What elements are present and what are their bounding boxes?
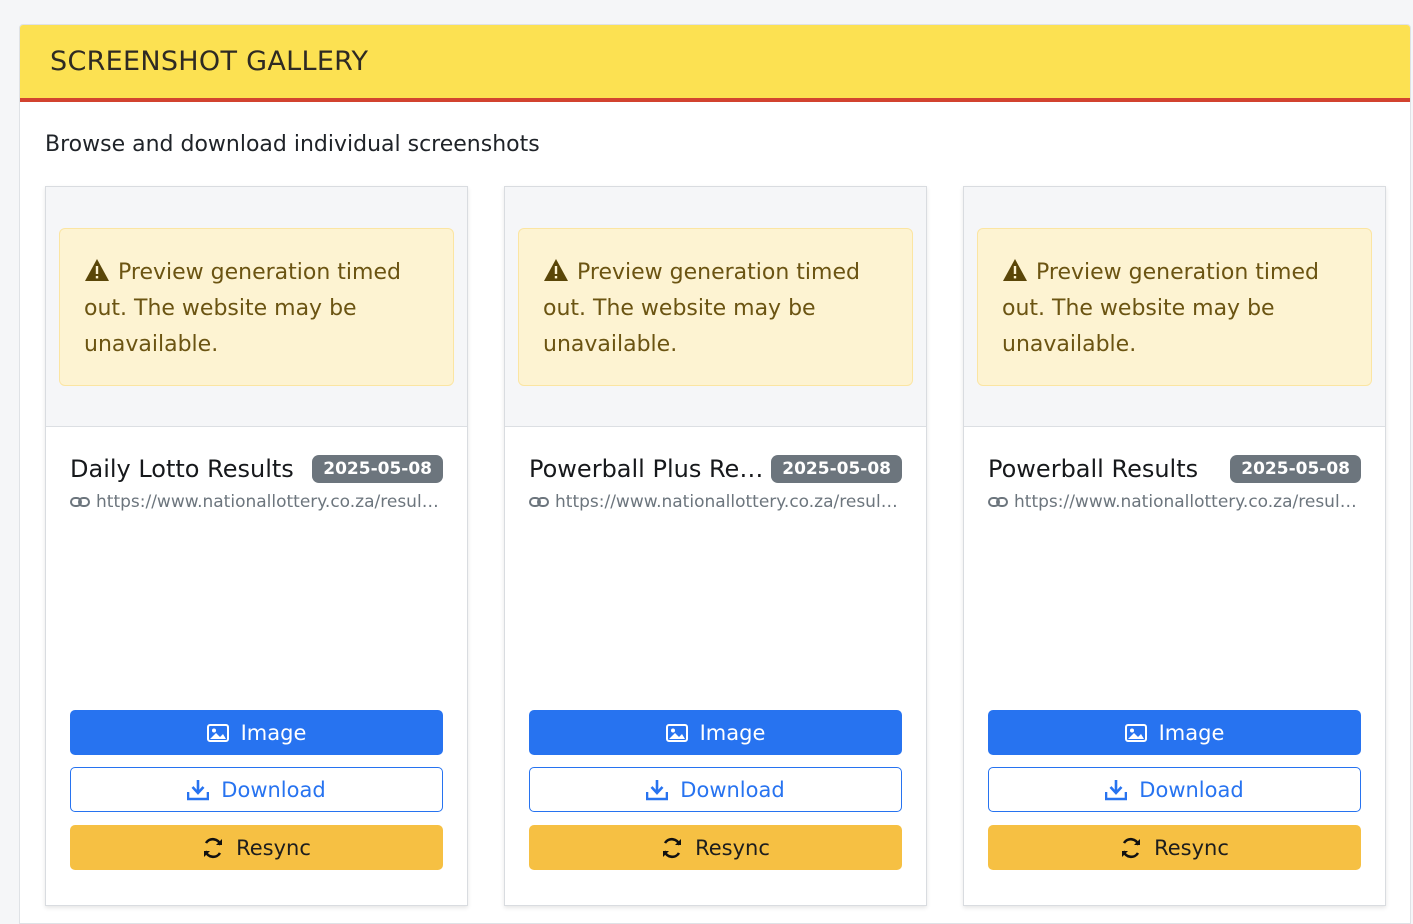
card-title: Powerball Plus Res... xyxy=(529,455,772,483)
card-url[interactable]: https://www.nationallottery.co.za/result… xyxy=(529,492,902,512)
timeout-alert: Preview generation timed out. The websit… xyxy=(977,228,1372,386)
image-button-label: Image xyxy=(1158,720,1225,745)
resync-button[interactable]: Resync xyxy=(988,825,1361,870)
image-button-label: Image xyxy=(240,720,307,745)
resync-button-label: Resync xyxy=(695,835,770,860)
panel-header: SCREENSHOT GALLERY xyxy=(20,25,1410,102)
download-icon xyxy=(1105,779,1128,800)
resync-button[interactable]: Resync xyxy=(70,825,443,870)
image-button[interactable]: Image xyxy=(529,710,902,755)
warning-triangle-icon xyxy=(544,259,568,281)
warning-triangle-icon xyxy=(1003,259,1027,281)
refresh-icon xyxy=(1122,837,1141,858)
link-icon xyxy=(70,497,90,507)
page-title: SCREENSHOT GALLERY xyxy=(50,46,369,77)
timeout-alert: Preview generation timed out. The websit… xyxy=(59,228,454,386)
screenshot-card: Preview generation timed out. The websit… xyxy=(963,186,1386,906)
image-icon xyxy=(1124,723,1147,742)
card-preview: Preview generation timed out. The websit… xyxy=(46,187,467,427)
image-icon xyxy=(665,723,688,742)
alert-text: Preview generation timed out. The websit… xyxy=(543,260,860,357)
timeout-alert: Preview generation timed out. The websit… xyxy=(518,228,913,386)
refresh-icon xyxy=(204,837,223,858)
resync-button-label: Resync xyxy=(1154,835,1229,860)
download-button-label: Download xyxy=(221,777,326,802)
alert-text: Preview generation timed out. The websit… xyxy=(1002,260,1319,357)
link-icon xyxy=(529,497,549,507)
warning-triangle-icon xyxy=(85,259,109,281)
gallery-panel: SCREENSHOT GALLERY Browse and download i… xyxy=(19,24,1411,924)
card-preview: Preview generation timed out. The websit… xyxy=(505,187,926,427)
download-button[interactable]: Download xyxy=(529,767,902,812)
download-button[interactable]: Download xyxy=(70,767,443,812)
alert-text: Preview generation timed out. The websit… xyxy=(84,260,401,357)
image-icon xyxy=(206,723,229,742)
screenshot-card: Preview generation timed out. The websit… xyxy=(45,186,468,906)
card-title: Powerball Results xyxy=(988,455,1199,483)
date-badge: 2025-05-08 xyxy=(312,455,443,483)
page-subtitle: Browse and download individual screensho… xyxy=(45,132,540,157)
card-preview: Preview generation timed out. The websit… xyxy=(964,187,1385,427)
refresh-icon xyxy=(663,837,682,858)
card-body: Powerball Results 2025-05-08 https://www… xyxy=(964,427,1385,907)
url-text: https://www.nationallottery.co.za/result… xyxy=(1014,492,1359,512)
download-icon xyxy=(646,779,669,800)
image-button[interactable]: Image xyxy=(70,710,443,755)
link-icon xyxy=(988,497,1008,507)
screenshot-card: Preview generation timed out. The websit… xyxy=(504,186,927,906)
date-badge: 2025-05-08 xyxy=(771,455,902,483)
download-button-label: Download xyxy=(680,777,785,802)
image-button[interactable]: Image xyxy=(988,710,1361,755)
image-button-label: Image xyxy=(699,720,766,745)
date-badge: 2025-05-08 xyxy=(1230,455,1361,483)
card-body: Daily Lotto Results 2025-05-08 https://w… xyxy=(46,427,467,907)
download-button[interactable]: Download xyxy=(988,767,1361,812)
card-url[interactable]: https://www.nationallottery.co.za/result… xyxy=(70,492,443,512)
resync-button-label: Resync xyxy=(236,835,311,860)
url-text: https://www.nationallottery.co.za/result… xyxy=(555,492,900,512)
download-button-label: Download xyxy=(1139,777,1244,802)
card-title: Daily Lotto Results xyxy=(70,455,294,483)
download-icon xyxy=(187,779,210,800)
card-body: Powerball Plus Res... 2025-05-08 https:/… xyxy=(505,427,926,907)
url-text: https://www.nationallottery.co.za/result… xyxy=(96,492,441,512)
card-url[interactable]: https://www.nationallottery.co.za/result… xyxy=(988,492,1361,512)
resync-button[interactable]: Resync xyxy=(529,825,902,870)
